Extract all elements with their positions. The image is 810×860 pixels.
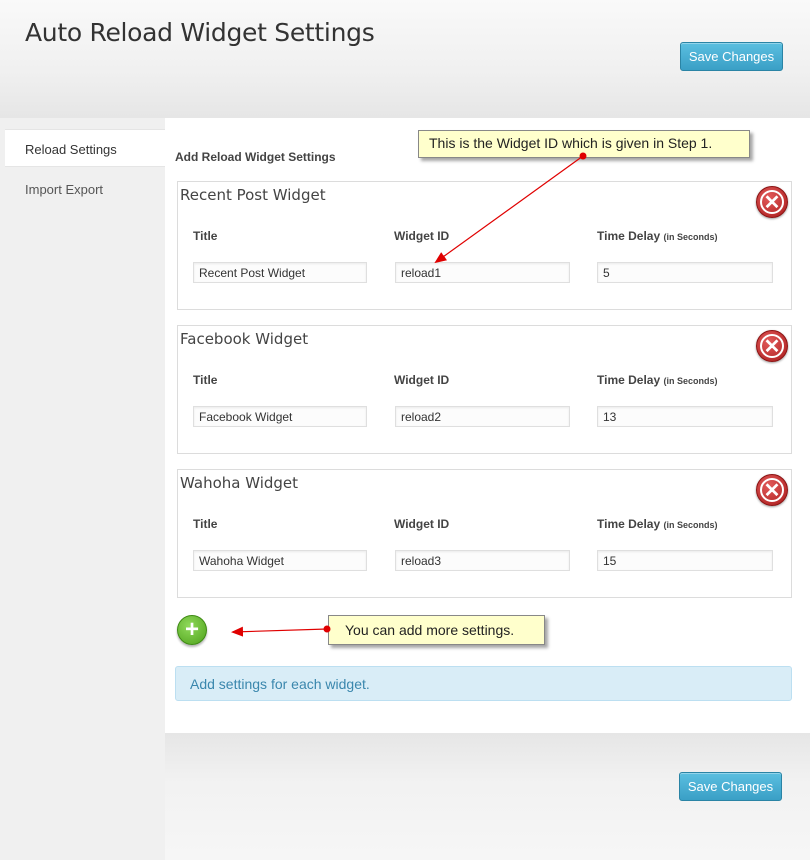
widget-id-arrow-dot bbox=[579, 152, 587, 160]
widget-id-arrow bbox=[434, 155, 584, 264]
annotation-arrows bbox=[231, 152, 587, 637]
add-more-arrow bbox=[231, 626, 328, 637]
add-more-arrow-dot bbox=[323, 625, 331, 633]
